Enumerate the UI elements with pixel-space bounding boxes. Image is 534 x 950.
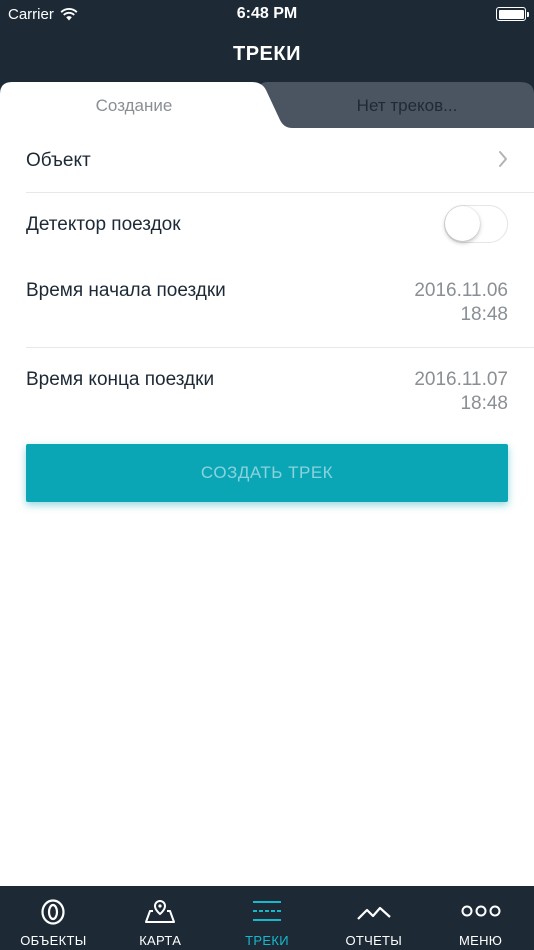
nav-tracks[interactable]: ТРЕКИ [214,886,321,950]
nav-tracks-label: ТРЕКИ [245,933,289,948]
end-time: 18:48 [460,393,508,414]
end-date: 2016.11.07 [414,369,508,390]
end-time-row[interactable]: Время конца поездки 2016.11.07 18:48 [26,348,508,440]
start-date: 2016.11.06 [414,280,508,301]
tab-bar: Создание Нет треков... [0,82,534,128]
start-time-value: 2016.11.06 18:48 [414,279,508,327]
toggle-knob [445,206,480,241]
nav-objects[interactable]: ОБЪЕКТЫ [0,886,107,950]
nav-reports-label: ОТЧЕТЫ [345,933,403,948]
tracks-icon [252,901,281,921]
end-time-label: Время конца поездки [26,369,215,390]
page-title: ТРЕКИ [233,43,301,65]
menu-icon [461,905,501,917]
create-track-button[interactable]: СОЗДАТЬ ТРЕК [26,444,508,502]
start-time-row[interactable]: Время начала поездки 2016.11.06 18:48 [26,256,508,348]
reports-icon [357,906,391,920]
map-icon [145,899,176,923]
header: Carrier 6:48 PM ТРЕКИ Создание Нет треко… [0,0,534,128]
tab-create[interactable]: Создание [0,96,268,116]
start-time-label: Время начала поездки [26,280,226,301]
end-time-value: 2016.11.07 18:48 [414,368,508,416]
bottom-nav: ОБЪЕКТЫ КАРТА ТРЕКИ ОТЧЕТЫ МЕНЮ [0,886,534,950]
nav-reports[interactable]: ОТЧЕТЫ [320,886,427,950]
trip-detector-label: Детектор поездок [26,214,181,235]
nav-map-label: КАРТА [139,933,182,948]
object-row[interactable]: Объект [26,128,508,192]
trip-detector-toggle[interactable] [444,205,508,243]
chevron-right-icon [499,151,507,167]
battery-icon [496,7,529,21]
object-label: Объект [26,150,91,171]
tab-no-tracks[interactable]: Нет треков... [280,96,534,116]
nav-menu[interactable]: МЕНЮ [427,886,534,950]
objects-icon [41,899,65,925]
nav-map[interactable]: КАРТА [107,886,214,950]
nav-menu-label: МЕНЮ [458,933,503,948]
nav-objects-label: ОБЪЕКТЫ [20,933,87,948]
status-time: 6:48 PM [236,5,298,22]
trip-detector-row: Детектор поездок [26,192,508,256]
start-time: 18:48 [460,304,508,325]
status-bar: Carrier 6:48 PM [0,0,534,28]
